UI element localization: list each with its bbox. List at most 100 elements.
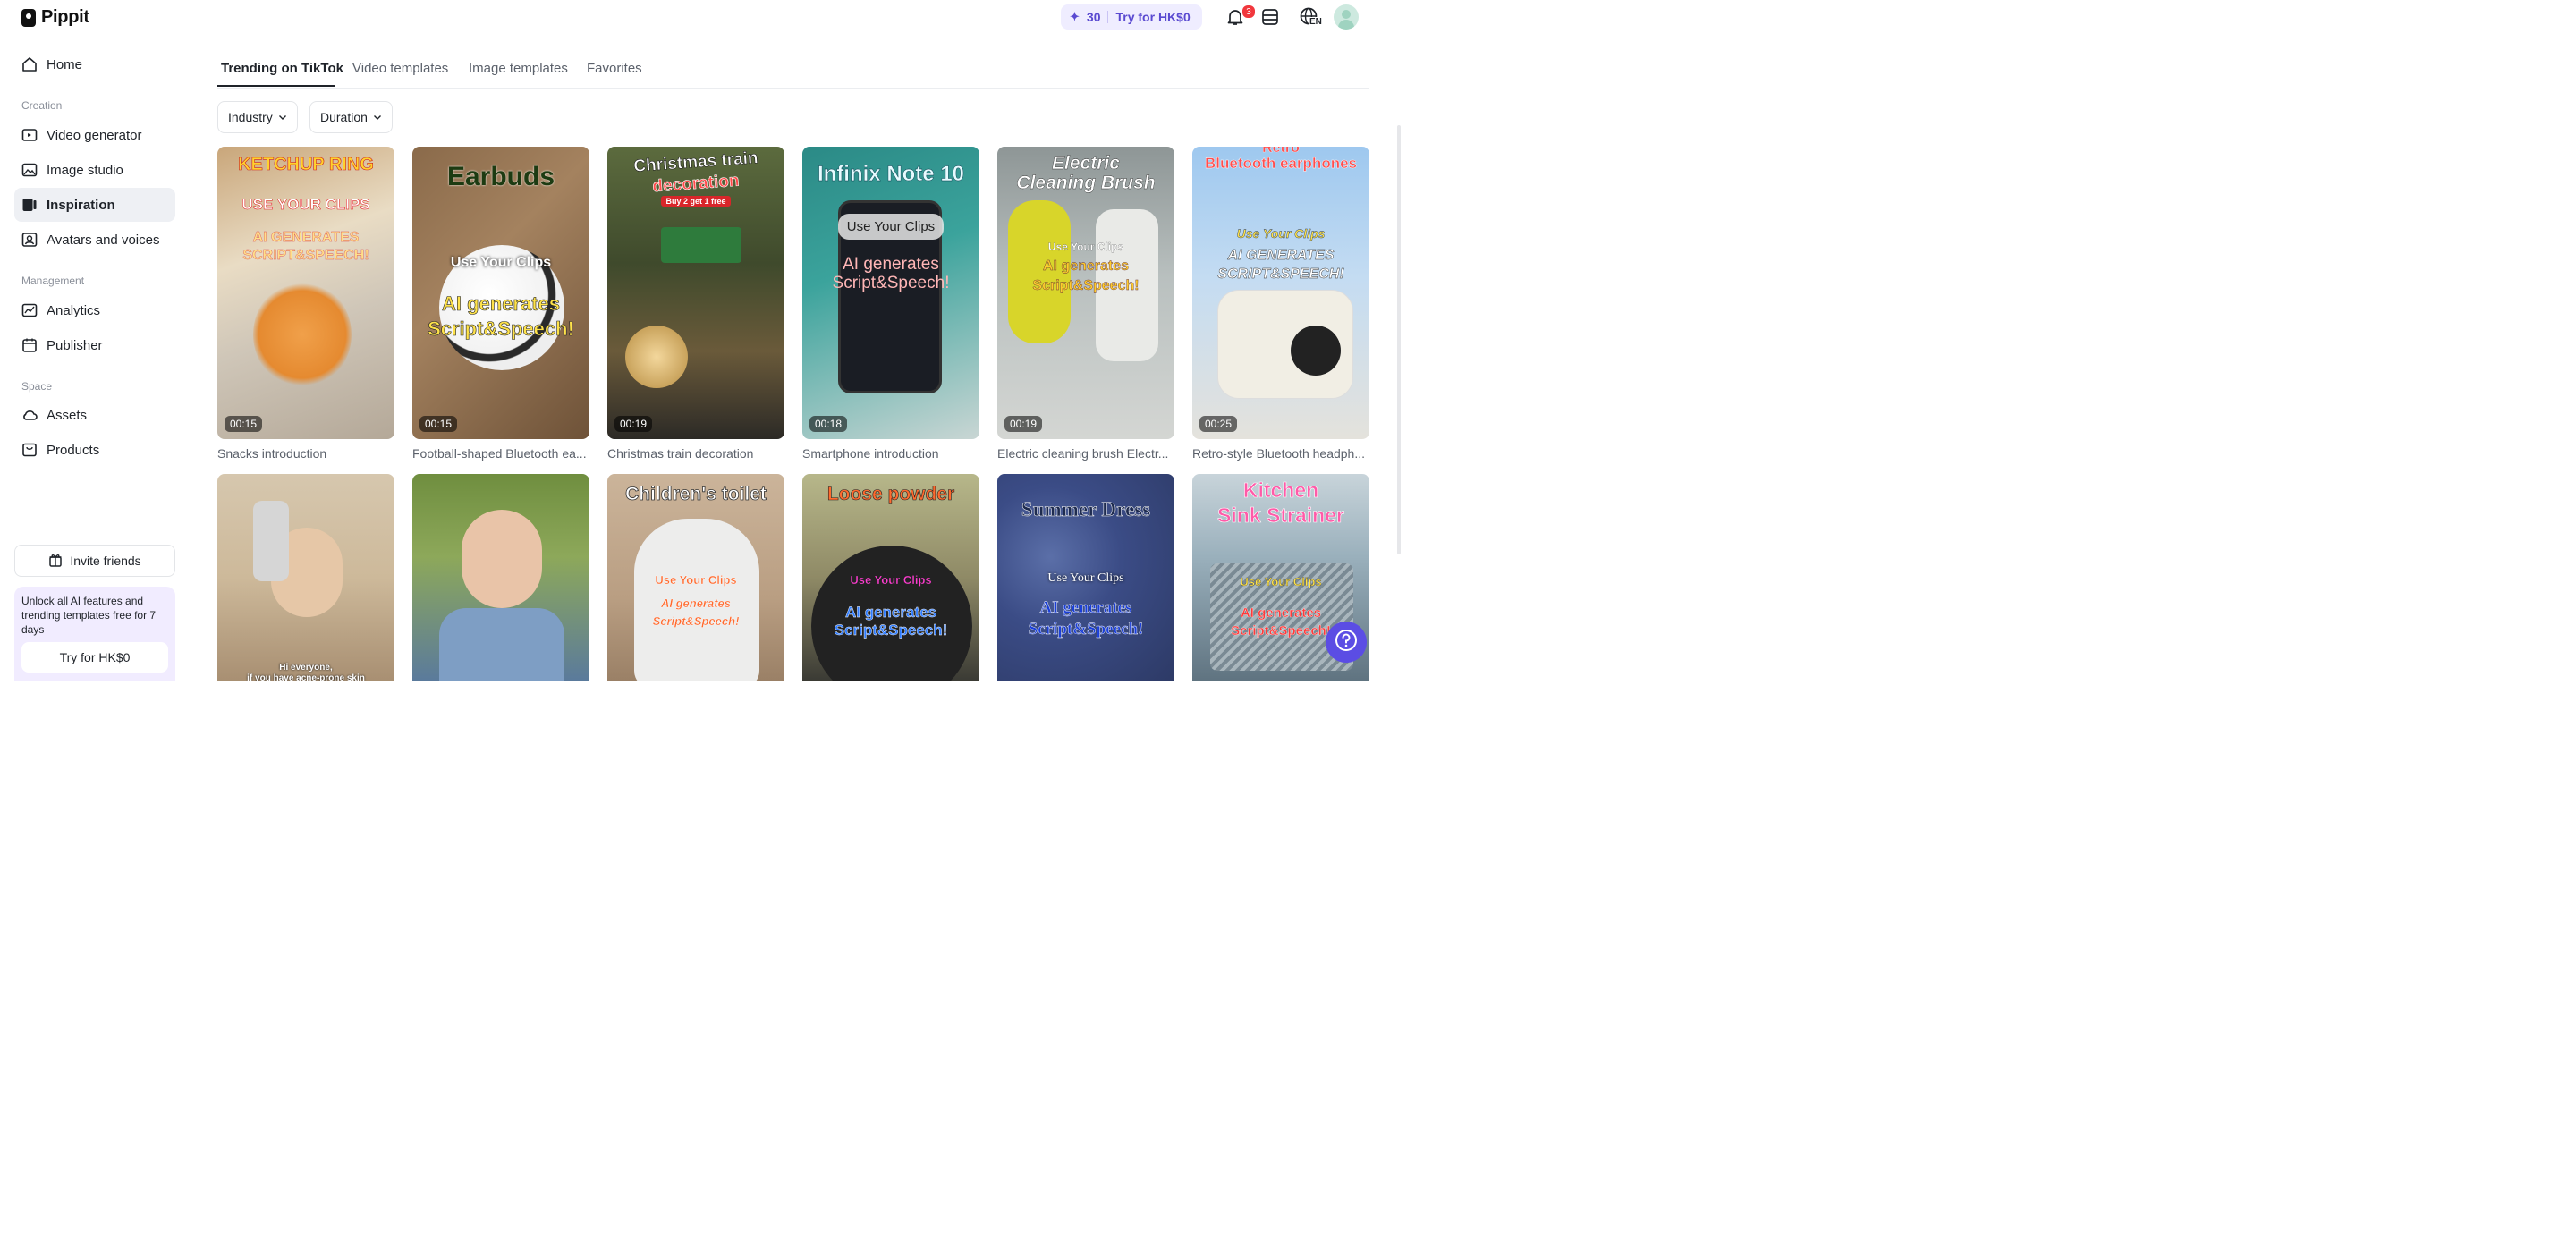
tab-favorites[interactable]: Favorites bbox=[587, 61, 642, 76]
chevron-down-icon bbox=[373, 110, 382, 124]
user-avatar[interactable] bbox=[1334, 4, 1359, 30]
active-tab-indicator bbox=[217, 85, 335, 87]
sidebar-item-publisher[interactable]: Publisher bbox=[14, 328, 175, 362]
overlay-text: Script&Speech! bbox=[1032, 278, 1140, 293]
overlay-text: AI generates bbox=[1240, 605, 1322, 621]
overlay-text: Use Your Clips bbox=[1236, 226, 1326, 241]
template-thumbnail[interactable]: Infinix Note 10 Use Your Clips AI genera… bbox=[802, 147, 979, 439]
overlay-text: AI GENERATES bbox=[1227, 248, 1335, 263]
overlay-title: Electric bbox=[1052, 153, 1120, 173]
sidebar-item-assets[interactable]: Assets bbox=[14, 398, 175, 432]
overlay-title: Earbuds bbox=[446, 162, 555, 191]
sparkle-icon: ✦ bbox=[1070, 10, 1080, 23]
overlay-text: Script&Speech! bbox=[428, 317, 574, 340]
template-caption[interactable]: Smartphone introduction bbox=[802, 446, 979, 461]
template-thumbnail[interactable]: Loose powder Use Your Clips AI generates… bbox=[802, 474, 979, 681]
overlay-text: Script&Speech! bbox=[834, 622, 948, 639]
tab-video-templates[interactable]: Video templates bbox=[352, 61, 448, 76]
overlay-text: AI GENERATES bbox=[252, 230, 360, 245]
duration-badge: 00:15 bbox=[225, 416, 263, 432]
template-thumbnail[interactable] bbox=[412, 474, 589, 681]
sidebar-item-analytics[interactable]: Analytics bbox=[14, 293, 175, 327]
industry-filter[interactable]: Industry bbox=[217, 101, 298, 133]
overlay-text: AI generates bbox=[1039, 598, 1132, 617]
overlay-text: Script&Speech! bbox=[832, 274, 950, 292]
sidebar-item-label: Video generator bbox=[47, 127, 142, 143]
overlay-text: AI generates bbox=[1042, 258, 1130, 274]
analytics-icon bbox=[21, 302, 38, 318]
sidebar-item-products[interactable]: Products bbox=[14, 433, 175, 467]
template-thumbnail[interactable]: Electric Cleaning Brush Use Your Clips A… bbox=[997, 147, 1174, 439]
promo-try-button[interactable]: Try for HK$0 bbox=[21, 642, 168, 673]
overlay-title: Loose powder bbox=[826, 484, 955, 504]
image-icon bbox=[21, 162, 38, 178]
notification-badge: 3 bbox=[1241, 4, 1256, 19]
overlay-text: AI generates bbox=[441, 292, 561, 315]
sidebar: Pippit Home Creation Video generator Ima… bbox=[0, 0, 190, 681]
template-thumbnail[interactable]: Children's toilet Use Your Clips AI gene… bbox=[607, 474, 784, 681]
logo-text: Pippit bbox=[41, 7, 89, 27]
overlay-text: SCRIPT&SPEECH! bbox=[242, 248, 369, 263]
language-code: EN bbox=[1309, 17, 1323, 27]
invite-friends-label: Invite friends bbox=[70, 554, 141, 568]
sidebar-item-video-generator[interactable]: Video generator bbox=[14, 118, 175, 152]
help-button[interactable] bbox=[1326, 622, 1367, 663]
jacket-image bbox=[439, 608, 564, 681]
language-globe-icon[interactable]: EN bbox=[1294, 5, 1325, 29]
template-thumbnail[interactable]: KETCHUP RING USE YOUR CLIPS AI GENERATES… bbox=[217, 147, 394, 439]
chevron-down-icon bbox=[278, 110, 287, 124]
overlay-title: Children's toilet bbox=[625, 484, 767, 504]
template-thumbnail[interactable]: Summer Dress Use Your Clips AI generates… bbox=[997, 474, 1174, 681]
template-caption[interactable]: Christmas train decoration bbox=[607, 446, 784, 461]
sidebar-item-label: Products bbox=[47, 442, 100, 458]
sidebar-item-label: Assets bbox=[47, 407, 88, 423]
tab-trending-on-tiktok[interactable]: Trending on TikTok bbox=[221, 61, 343, 76]
promo-text: Unlock all AI features and trending temp… bbox=[21, 595, 157, 636]
sidebar-item-label: Inspiration bbox=[47, 197, 115, 213]
sidebar-item-label: Avatars and voices bbox=[47, 232, 160, 248]
duration-badge: 00:25 bbox=[1199, 416, 1238, 432]
sidebar-item-avatars-and-voices[interactable]: Avatars and voices bbox=[14, 223, 175, 257]
page-scrollbar[interactable] bbox=[1397, 125, 1401, 554]
template-caption[interactable]: Retro-style Bluetooth headph... bbox=[1192, 446, 1369, 461]
home-icon bbox=[21, 56, 38, 72]
template-thumbnail[interactable]: Christmas train decoration Buy 2 get 1 f… bbox=[607, 147, 784, 439]
tab-image-templates[interactable]: Image templates bbox=[469, 61, 568, 76]
credits-count: 30 bbox=[1086, 10, 1101, 24]
duration-filter[interactable]: Duration bbox=[309, 101, 393, 133]
overlay-text: Use Your Clips bbox=[655, 573, 737, 587]
credits-button[interactable]: ✦ 30 Try for HK$0 bbox=[1061, 4, 1202, 30]
person-image bbox=[462, 510, 542, 608]
subtitle-text: Hi everyone, bbox=[279, 663, 333, 673]
calendar-icon bbox=[21, 337, 38, 353]
overlay-text: AI generates bbox=[660, 596, 732, 610]
shower-image bbox=[253, 501, 289, 581]
tasks-icon[interactable] bbox=[1258, 5, 1282, 29]
divider bbox=[1107, 11, 1109, 23]
promo-tag: Buy 2 get 1 free bbox=[661, 196, 731, 207]
video-plus-icon bbox=[21, 127, 38, 143]
template-caption[interactable]: Electric cleaning brush Electr... bbox=[997, 446, 1174, 461]
template-thumbnail[interactable]: Hi everyone, if you have acne-prone skin bbox=[217, 474, 394, 681]
logo[interactable]: Pippit bbox=[21, 7, 89, 28]
sidebar-item-label: Home bbox=[47, 56, 83, 72]
overlay-text: Use Your Clips bbox=[1047, 571, 1124, 585]
template-tabs: Trending on TikTok Video templates Image… bbox=[217, 54, 1369, 89]
product-box-icon bbox=[21, 442, 38, 458]
template-caption[interactable]: Snacks introduction bbox=[217, 446, 394, 461]
sidebar-item-image-studio[interactable]: Image studio bbox=[14, 153, 175, 187]
template-thumbnail[interactable]: Earbuds Use Your Clips AI generates Scri… bbox=[412, 147, 589, 439]
overlay-text: Use Your Clips bbox=[1240, 575, 1322, 588]
overlay-text: Script&Speech! bbox=[1028, 620, 1144, 639]
overlay-pill: Use Your Clips bbox=[837, 214, 945, 240]
sidebar-item-inspiration[interactable]: Inspiration bbox=[14, 188, 175, 222]
train-image bbox=[661, 227, 741, 263]
snack-image bbox=[253, 281, 352, 388]
template-caption[interactable]: Football-shaped Bluetooth ea... bbox=[412, 446, 589, 461]
overlay-text: Use Your Clips bbox=[1047, 241, 1124, 253]
upgrade-promo: Unlock all AI features and trending temp… bbox=[14, 587, 175, 681]
template-thumbnail[interactable]: Retro Bluetooth earphones Use Your Clips… bbox=[1192, 147, 1369, 439]
overlay-title: Infinix Note 10 bbox=[817, 162, 965, 186]
invite-friends-button[interactable]: Invite friends bbox=[14, 545, 175, 577]
sidebar-item-home[interactable]: Home bbox=[14, 47, 175, 81]
